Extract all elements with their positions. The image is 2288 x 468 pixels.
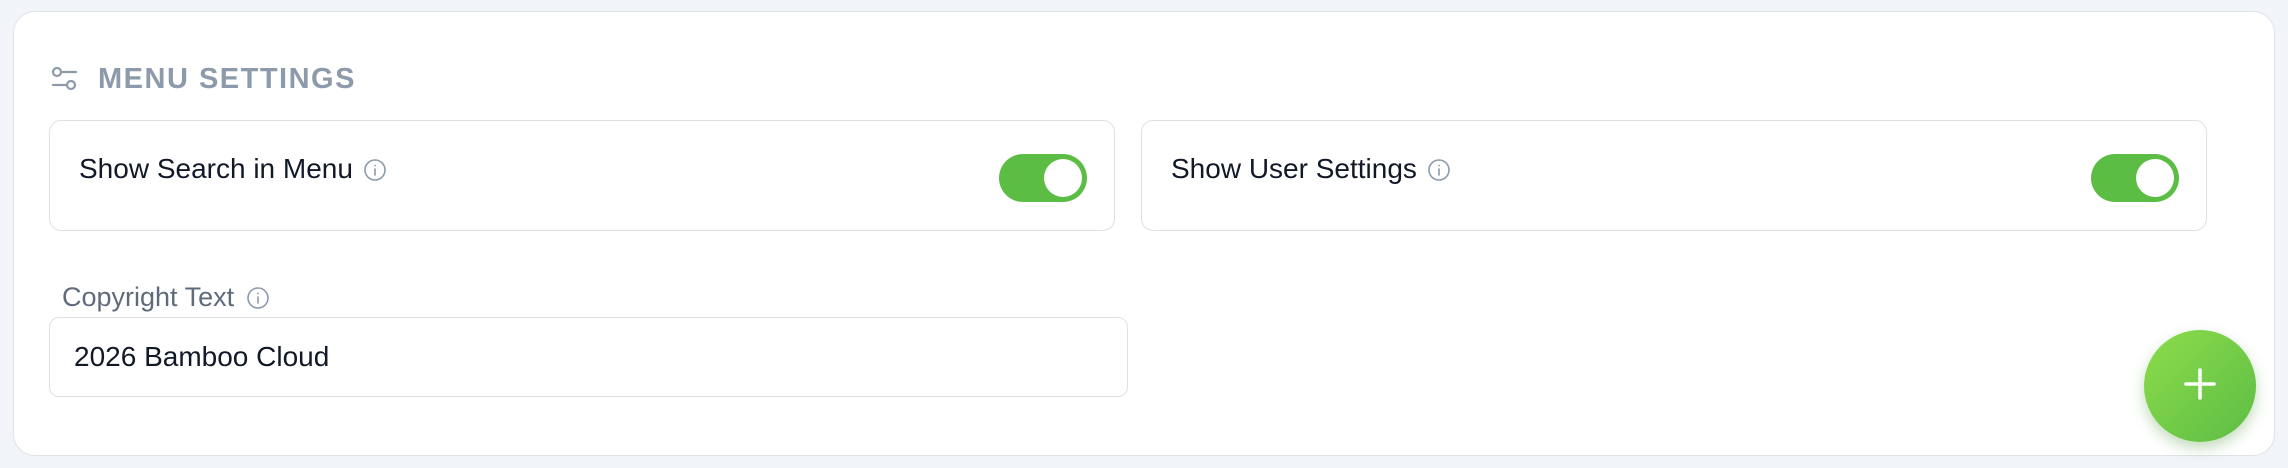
copyright-label-row: Copyright Text	[62, 277, 270, 317]
copyright-text-input[interactable]	[49, 317, 1128, 397]
toggle-knob	[1044, 159, 1082, 197]
show-user-settings-toggle[interactable]	[2091, 154, 2179, 202]
show-search-label: Show Search in Menu	[79, 152, 353, 184]
show-user-settings-setting: Show User Settings	[1141, 120, 2207, 231]
plus-icon	[2180, 364, 2220, 409]
section-title: MENU SETTINGS	[98, 62, 356, 95]
show-search-setting: Show Search in Menu	[49, 120, 1115, 231]
info-icon[interactable]	[1427, 158, 1451, 182]
info-icon[interactable]	[246, 286, 270, 310]
info-icon[interactable]	[363, 158, 387, 182]
toggle-knob	[2136, 159, 2174, 197]
sliders-icon	[50, 64, 80, 94]
show-search-toggle[interactable]	[999, 154, 1087, 202]
section-header: MENU SETTINGS	[50, 50, 356, 108]
add-button[interactable]	[2144, 330, 2256, 442]
copyright-label: Copyright Text	[62, 281, 235, 312]
show-user-settings-label: Show User Settings	[1171, 152, 1417, 184]
